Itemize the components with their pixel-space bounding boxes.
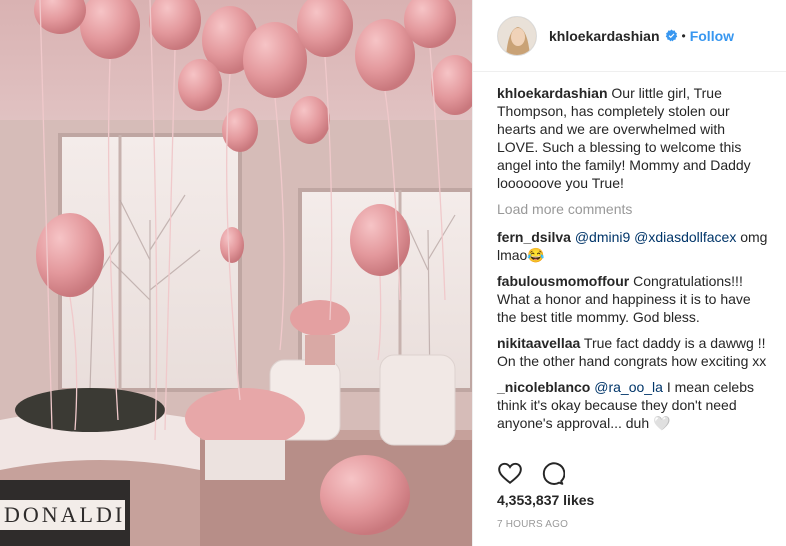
comment-mentions[interactable]: @ra_oo_la [594, 379, 663, 395]
caption-username[interactable]: khloekardashian [497, 85, 608, 101]
verified-badge-icon [665, 29, 677, 42]
post-header: khloekardashian • Follow [473, 0, 786, 72]
comment-item: fern_dsilva @dmini9 @xdiasdollfacex omg … [497, 228, 769, 264]
comment-username[interactable]: fern_dsilva [497, 229, 571, 245]
post-photo[interactable]: DONALDI [0, 0, 472, 546]
profile-photo-icon [498, 16, 536, 55]
post-actions [497, 460, 565, 488]
avatar[interactable] [497, 15, 537, 56]
comment-item: nikitaavellaa True fact daddy is a dawwg… [497, 334, 769, 370]
comment-username[interactable]: fabulousmomoffour [497, 273, 629, 289]
comment-username[interactable]: nikitaavellaa [497, 335, 580, 351]
comment-username[interactable]: _nicoleblanco [497, 379, 590, 395]
post-timestamp[interactable]: 7 HOURS AGO [497, 519, 568, 530]
book-title-text: DONALDI [4, 502, 125, 527]
heart-icon[interactable] [497, 460, 523, 486]
load-more-comments-button[interactable]: Load more comments [497, 200, 769, 218]
comment-mentions[interactable]: @dmini9 @xdiasdollfacex [575, 229, 737, 245]
balloons-room-image: DONALDI [0, 0, 472, 546]
comment-item: fabulousmomoffour Congratulations!!! Wha… [497, 272, 769, 326]
comments-list: khloekardashian Our little girl, True Th… [497, 84, 769, 440]
separator-dot: • [681, 28, 686, 43]
comment-bubble-icon[interactable] [539, 460, 565, 486]
post-panel: khloekardashian • Follow khloekardashian… [472, 0, 786, 546]
header-username[interactable]: khloekardashian [549, 28, 660, 44]
likes-count[interactable]: 4,353,837 likes [497, 492, 594, 508]
follow-button[interactable]: Follow [690, 28, 734, 44]
caption: khloekardashian Our little girl, True Th… [497, 84, 769, 192]
comment-item: _nicoleblanco @ra_oo_la I mean celebs th… [497, 378, 769, 432]
